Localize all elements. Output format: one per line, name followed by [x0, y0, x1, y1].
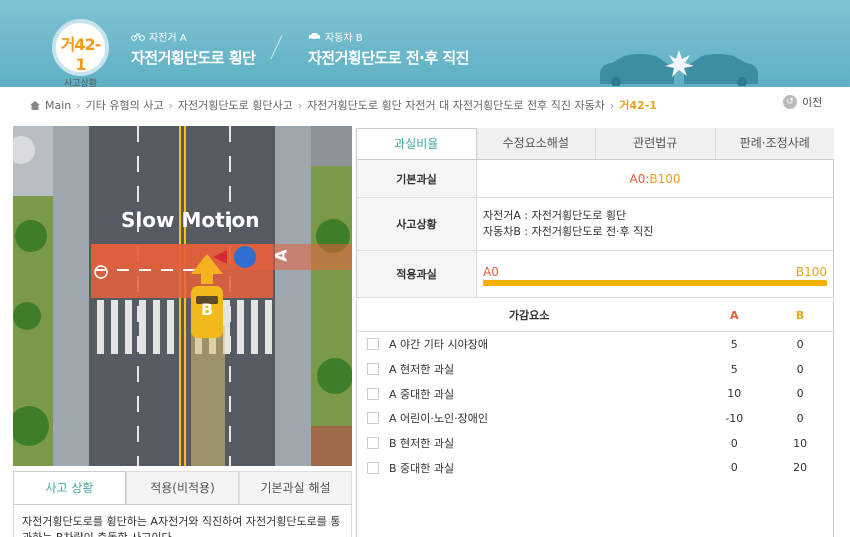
factors-list: A 야간 기타 시야장애 5 0 A 현저한 과실 5 0 A 중대한 과실 1… [356, 332, 834, 537]
situation-description: 자전거횡단도로를 횡단하는 A자전거와 직진하여 자전거횡단도로를 통과하는 B… [13, 505, 352, 537]
divider [270, 35, 283, 59]
tab-applicability[interactable]: 적용(비적용) [126, 471, 239, 504]
breadcrumb: Main › 기타 유형의 사고 › 자전거횡단도로 횡단사고 › 자전거횡단도… [30, 97, 657, 113]
applied-fault-b: B100 [795, 265, 827, 279]
situation-label: 사고상황 [357, 198, 477, 250]
factor-checkbox[interactable] [367, 412, 379, 425]
tab-fault-ratio[interactable]: 과실비율 [356, 128, 477, 159]
party-b: 자동차 B 자전거횡단도로 전·후 직진 [308, 29, 469, 68]
breadcrumb-item[interactable]: 기타 유형의 사고 [86, 97, 164, 113]
tab-basic-fault[interactable]: 기본과실 해설 [239, 471, 352, 504]
factor-row[interactable]: A 야간 기타 시야장애 5 0 [357, 332, 833, 357]
situation-line-a: 자전거A : 자전거횡단도로 횡단 [483, 209, 627, 222]
back-arrow-icon: ↺ [783, 95, 797, 109]
situation-value: 자전거A : 자전거횡단도로 횡단 자동차B : 자전거횡단도로 전·후 직진 [477, 198, 833, 250]
factor-name: A 현저한 과실 [388, 363, 455, 377]
factors-header: 가감요소 A B [356, 300, 834, 332]
factor-b-value: 0 [796, 387, 804, 401]
tab-precedents[interactable]: 판례·조정사례 [716, 128, 835, 159]
factor-name: B 중대한 과실 [388, 461, 455, 475]
factor-name: A 야간 기타 시야장애 [388, 338, 488, 352]
factor-checkbox[interactable] [367, 363, 379, 376]
fault-ratio-bar [483, 280, 827, 286]
collision-illustration-icon [600, 50, 758, 86]
breadcrumb-item[interactable]: 자전거횡단도로 횡단 자전거 대 자전거횡단도로 전후 직진 자동차 [307, 97, 605, 113]
tab-related-law[interactable]: 관련법규 [596, 128, 716, 159]
accident-header: 거42-1 사고상황 자전거 A 자전거횡단도로 횡단 자동차 B 자전거횡단도… [0, 0, 850, 89]
situation-tabs: 사고 상황 적용(비적용) 기본과실 해설 [13, 471, 352, 505]
factor-row[interactable]: A 현저한 과실 5 0 [357, 357, 833, 382]
basic-fault-value: A0 : B100 [477, 160, 833, 197]
basic-fault-b: B100 [649, 171, 681, 186]
slow-motion-label: Slow Motion [121, 208, 260, 232]
case-code: 거42-1 [60, 35, 102, 74]
factor-row[interactable]: A 어린이·노인·장애인 -10 0 [357, 406, 833, 431]
chevron-right-icon: › [297, 98, 303, 112]
factor-b-value: 0 [796, 411, 804, 425]
factor-a-value: 5 [730, 337, 738, 351]
factor-checkbox[interactable] [367, 338, 379, 351]
factor-checkbox[interactable] [367, 461, 379, 474]
party-b-tag: 자동차 B [325, 33, 363, 44]
road-scene [13, 126, 352, 466]
case-badge: 거42-1 사고상황 [52, 19, 109, 89]
prev-label: 이전 [802, 96, 823, 109]
factor-a-value: 10 [727, 387, 742, 401]
chevron-right-icon: › [76, 98, 81, 112]
party-b-marker: B [201, 300, 214, 319]
party-a-title: 자전거횡단도로 횡단 [131, 49, 256, 67]
case-badge-sub: 사고상황 [63, 79, 98, 89]
party-a: 자전거 A 자전거횡단도로 횡단 [131, 29, 256, 68]
party-a-marker: A [271, 249, 291, 262]
factors-header-name: 가감요소 [508, 309, 550, 322]
prev-button[interactable]: ↺ 이전 [783, 94, 822, 110]
factor-b-value: 20 [793, 461, 808, 475]
factor-a-value: 0 [730, 436, 738, 450]
factors-header-a: A [729, 309, 739, 322]
applied-fault-value: A0 B100 [477, 251, 833, 297]
factor-b-value: 0 [796, 337, 804, 351]
party-b-title: 자전거횡단도로 전·후 직진 [308, 49, 469, 67]
situation-line-b: 자동차B : 자전거횡단도로 전·후 직진 [483, 225, 654, 238]
breadcrumb-main[interactable]: Main [45, 99, 71, 112]
car-icon [309, 33, 320, 41]
breadcrumb-current: 거42-1 [619, 99, 657, 112]
tab-situation[interactable]: 사고 상황 [13, 471, 126, 504]
party-a-tag: 자전거 A [149, 33, 187, 44]
factor-b-value: 0 [796, 362, 804, 376]
factor-b-value: 10 [793, 436, 808, 450]
factor-row[interactable]: A 중대한 과실 10 0 [357, 381, 833, 406]
basic-fault-label: 기본과실 [357, 160, 477, 197]
factor-name: B 현저한 과실 [388, 437, 455, 451]
factor-a-value: -10 [725, 411, 744, 425]
factor-checkbox[interactable] [367, 437, 379, 450]
factor-name: A 중대한 과실 [388, 387, 455, 401]
breadcrumb-item[interactable]: 자전거횡단도로 횡단사고 [178, 97, 293, 113]
factor-checkbox[interactable] [367, 387, 379, 400]
chevron-right-icon: › [168, 98, 173, 112]
detail-tabs: 과실비율 수정요소해설 관련법규 판례·조정사례 [356, 128, 834, 160]
factor-a-value: 5 [730, 362, 738, 376]
factor-row[interactable]: B 현저한 과실 0 10 [357, 431, 833, 456]
home-icon[interactable] [30, 100, 40, 110]
applied-fault-a: A0 [483, 265, 499, 279]
factors-header-b: B [795, 309, 805, 322]
basic-fault-a: A0 [629, 171, 646, 186]
factor-row[interactable]: B 중대한 과실 0 20 [357, 455, 833, 480]
chevron-right-icon: › [609, 98, 615, 112]
tab-adjustment[interactable]: 수정요소해설 [477, 128, 596, 159]
factor-name: A 어린이·노인·장애인 [388, 412, 488, 426]
bicycle-icon [131, 33, 145, 41]
applied-fault-label: 적용과실 [357, 251, 477, 297]
accident-animation[interactable]: Slow Motion A B [13, 126, 352, 466]
factor-a-value: 0 [730, 461, 738, 475]
fault-info-table: 기본과실 A0 : B100 사고상황 자전거A : 자전거횡단도로 횡단 자동… [356, 160, 834, 298]
